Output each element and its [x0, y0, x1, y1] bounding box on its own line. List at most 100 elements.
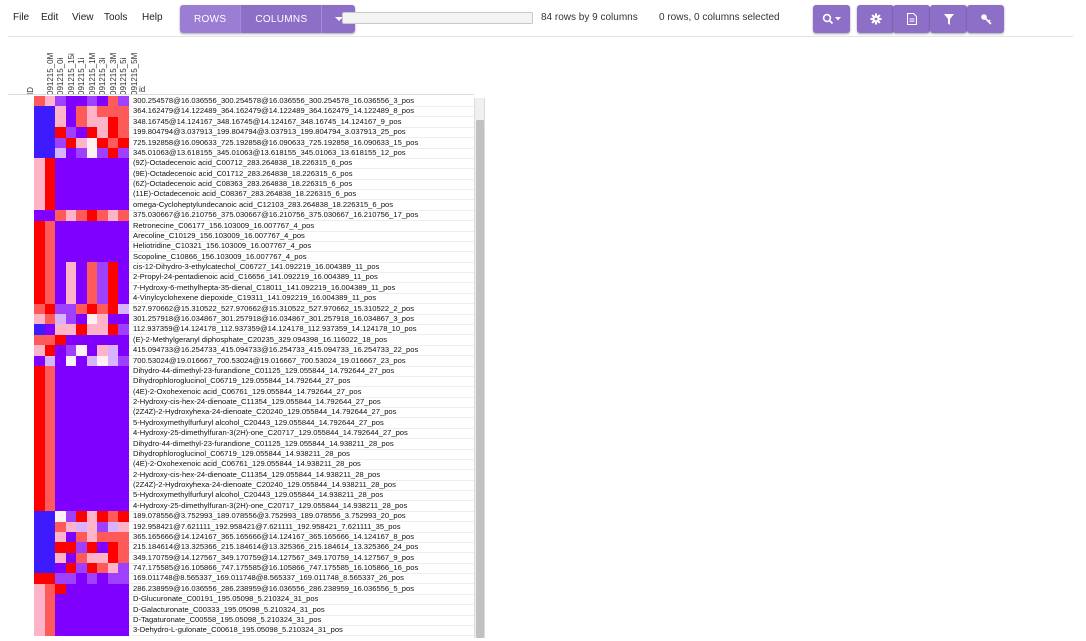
heatmap-cell[interactable] — [107, 127, 119, 138]
heatmap-cell[interactable] — [44, 500, 56, 512]
heatmap-cell[interactable] — [55, 168, 66, 180]
heatmap-cell[interactable] — [118, 625, 129, 636]
heatmap-cell[interactable] — [97, 428, 108, 439]
heatmap-cell[interactable] — [44, 542, 56, 553]
heatmap-cell[interactable] — [44, 594, 56, 605]
heatmap-cell[interactable] — [65, 210, 77, 221]
heatmap-cell[interactable] — [76, 179, 87, 190]
heatmap-cell[interactable] — [97, 137, 108, 148]
scrollbar-thumb[interactable] — [476, 120, 484, 638]
heatmap-cell[interactable] — [55, 563, 66, 574]
row-label[interactable]: (2Z4Z)-2-Hydroxyhexa-24-dienoate_C20240_… — [133, 479, 396, 490]
heatmap-cell[interactable] — [97, 573, 108, 584]
heatmap-cell[interactable] — [97, 397, 108, 408]
row-label[interactable]: (9E)-Octadecenoic acid_C01712_283.264838… — [133, 168, 353, 179]
heatmap-cell[interactable] — [107, 345, 119, 356]
heatmap-cell[interactable] — [55, 189, 66, 200]
heatmap-cell[interactable] — [34, 563, 45, 574]
heatmap-cell[interactable] — [55, 542, 66, 553]
heatmap-cell[interactable] — [97, 355, 108, 366]
row-label[interactable]: 345.01063@13.618155_345.01063@13.618155_… — [133, 147, 406, 158]
heatmap-cell[interactable] — [76, 293, 87, 304]
heatmap-cell[interactable] — [55, 417, 66, 429]
heatmap-cell[interactable] — [118, 262, 129, 273]
heatmap-cell[interactable] — [86, 428, 98, 439]
heatmap-cell[interactable] — [118, 324, 129, 335]
row-label[interactable]: 2-Propyl-24-pentadienoic acid_C16656_141… — [133, 271, 378, 282]
heatmap-cell[interactable] — [86, 604, 98, 615]
heatmap-cell[interactable] — [34, 428, 45, 439]
heatmap-cell[interactable] — [34, 210, 45, 221]
heatmap-cell[interactable] — [118, 407, 129, 418]
row-label[interactable]: 5-Hydroxymethylfurfuryl alcohol_C20443_1… — [133, 489, 383, 500]
heatmap-cell[interactable] — [76, 511, 87, 522]
heatmap-cell[interactable] — [97, 365, 108, 377]
heatmap-cell[interactable] — [107, 251, 119, 263]
row-label[interactable]: (2Z4Z)-2-Hydroxyhexa-24-dienoate_C20240_… — [133, 406, 396, 417]
heatmap-cell[interactable] — [34, 573, 45, 584]
heatmap-cell[interactable] — [55, 428, 66, 439]
heatmap-cell[interactable] — [65, 199, 77, 211]
heatmap-cell[interactable] — [107, 604, 119, 615]
heatmap-cell[interactable] — [86, 500, 98, 512]
heatmap-cell[interactable] — [97, 563, 108, 574]
heatmap-cell[interactable] — [76, 500, 87, 512]
heatmap-cell[interactable] — [86, 459, 98, 470]
heatmap-cell[interactable] — [86, 324, 98, 335]
heatmap-cell[interactable] — [44, 552, 56, 564]
heatmap-cell[interactable] — [76, 96, 87, 107]
row-label[interactable]: 725.192858@16.090633_725.192858@16.09063… — [133, 137, 418, 148]
heatmap-cell[interactable] — [34, 189, 45, 200]
row-label[interactable]: (E)-2-Methylgeranyl diphosphate_C20235_3… — [133, 334, 387, 345]
heatmap-cell[interactable] — [34, 521, 45, 532]
heatmap-cell[interactable] — [65, 334, 77, 346]
heatmap-cell[interactable] — [34, 324, 45, 335]
heatmap-cell[interactable] — [86, 147, 98, 159]
heatmap-cell[interactable] — [44, 438, 56, 449]
heatmap-cell[interactable] — [76, 407, 87, 418]
heatmap-cell[interactable] — [55, 355, 66, 366]
heatmap-cell[interactable] — [97, 407, 108, 418]
heatmap-cell[interactable] — [118, 604, 129, 615]
heatmap-cell[interactable] — [55, 282, 66, 294]
heatmap-cell[interactable] — [76, 106, 87, 117]
heatmap-cell[interactable] — [76, 417, 87, 429]
heatmap-cell[interactable] — [86, 220, 98, 231]
row-label[interactable]: Dihydro-44-dimethyl-23-furandione_C01125… — [133, 438, 394, 449]
heatmap-cell[interactable] — [97, 583, 108, 595]
heatmap-cell[interactable] — [34, 179, 45, 190]
heatmap-cell[interactable] — [65, 282, 77, 294]
heatmap-cell[interactable] — [55, 137, 66, 148]
heatmap-cell[interactable] — [118, 220, 129, 231]
heatmap-cell[interactable] — [34, 282, 45, 294]
heatmap-cell[interactable] — [97, 106, 108, 117]
heatmap-cell[interactable] — [107, 303, 119, 314]
row-label[interactable]: Dihydrophloroglucinol_C06719_129.055844_… — [133, 375, 350, 386]
heatmap-cell[interactable] — [97, 189, 108, 200]
heatmap-cell[interactable] — [86, 511, 98, 522]
heatmap-cell[interactable] — [86, 386, 98, 398]
heatmap-cell[interactable] — [65, 438, 77, 449]
heatmap-cell[interactable] — [44, 365, 56, 377]
heatmap-cell[interactable] — [44, 511, 56, 522]
heatmap-cell[interactable] — [44, 282, 56, 294]
heatmap-cell[interactable] — [107, 573, 119, 584]
heatmap-cell[interactable] — [76, 168, 87, 180]
heatmap-cell[interactable] — [44, 106, 56, 117]
heatmap-cell[interactable] — [86, 199, 98, 211]
heatmap-cell[interactable] — [65, 293, 77, 304]
heatmap-cell[interactable] — [118, 127, 129, 138]
heatmap-cell[interactable] — [76, 324, 87, 335]
heatmap-cell[interactable] — [65, 179, 77, 190]
heatmap-cell[interactable] — [65, 490, 77, 501]
heatmap-cell[interactable] — [86, 251, 98, 263]
heatmap-cell[interactable] — [65, 521, 77, 532]
heatmap-cell[interactable] — [76, 137, 87, 148]
heatmap-cell[interactable] — [118, 521, 129, 532]
heatmap-cell[interactable] — [118, 147, 129, 159]
heatmap-cell[interactable] — [118, 241, 129, 252]
heatmap-cell[interactable] — [55, 293, 66, 304]
row-label[interactable]: 301.257918@16.034867_301.257918@16.03486… — [133, 313, 414, 324]
heatmap-cell[interactable] — [118, 448, 129, 460]
heatmap-cell[interactable] — [86, 438, 98, 449]
